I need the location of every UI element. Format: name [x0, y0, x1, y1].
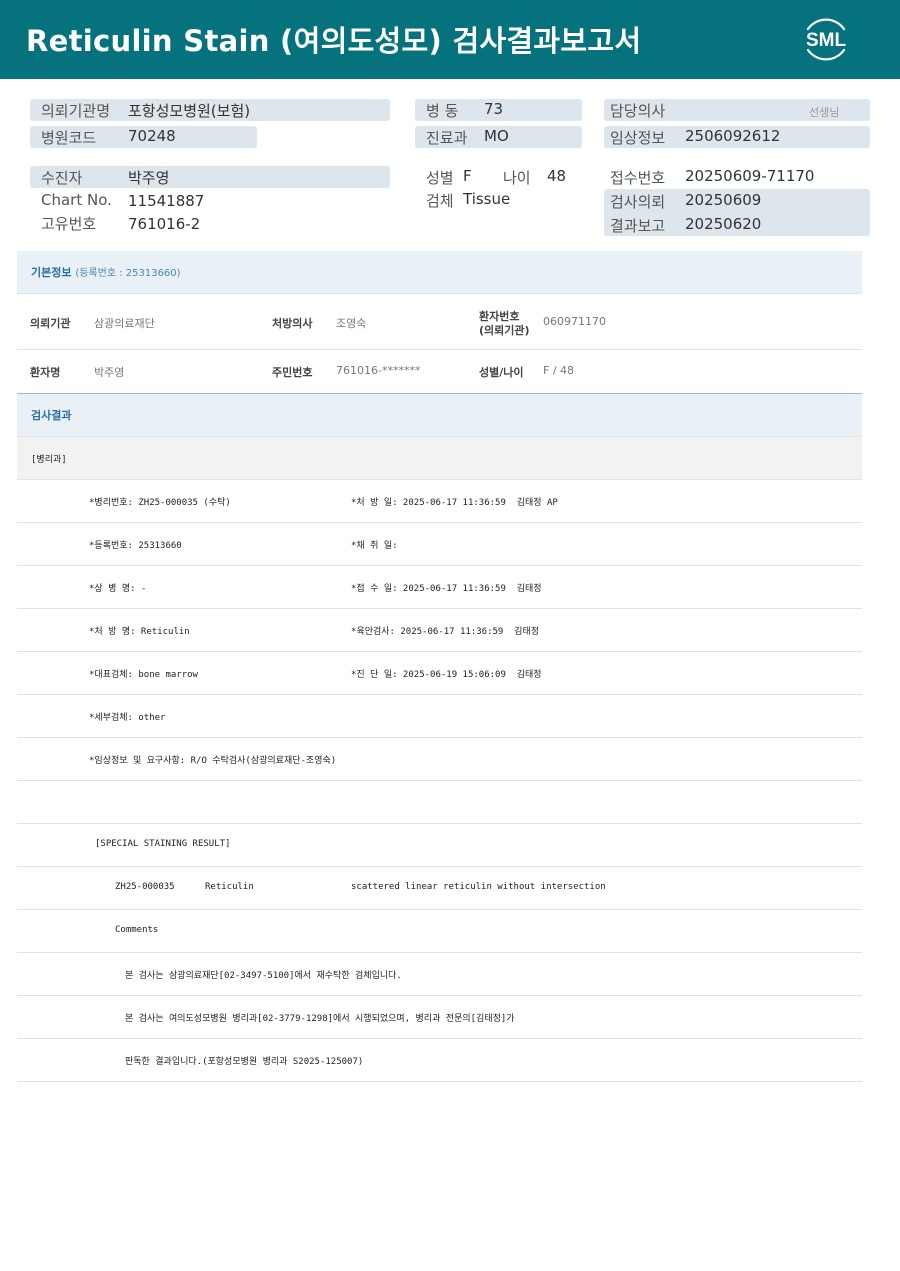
result-row: *임상정보 및 요구사항: R/O 수탁검사(삼광의료재단-조영숙) [17, 738, 862, 781]
comment-line-2: 본 검사는 여의도성모병원 병리과[02-3779-1298]에서 시행되었으며… [125, 1014, 515, 1024]
stain-id: ZH25-000035 [115, 882, 175, 892]
comments-label: Comments [115, 925, 159, 935]
chart-value: 11541887 [128, 192, 205, 210]
basic-info-subtitle: (등록번호 : 25313660) [75, 268, 181, 279]
age-value: 48 [547, 167, 567, 185]
rrn-val: 761016-******* [336, 364, 421, 377]
institution-val: 삼광의료재단 [94, 317, 155, 330]
doctor-label: 담당의사 [610, 102, 666, 120]
result-row [17, 781, 862, 824]
patient-box [30, 166, 390, 188]
stain-result: scattered linear reticulin without inter… [351, 882, 606, 892]
results-header: 검사결과 [17, 394, 862, 436]
diagnosis-date: *진 단 일: 2025-06-19 15:06:09 김태정 [351, 670, 542, 680]
basic-info-title: 기본정보 [31, 266, 72, 279]
report-value: 20250620 [685, 215, 762, 233]
clinical-request: *임상정보 및 요구사항: R/O 수탁검사(삼광의료재단-조영숙) [89, 756, 337, 766]
special-staining-header: [SPECIAL STAINING RESULT] [95, 839, 231, 849]
unique-label: 고유번호 [41, 215, 97, 233]
disease-name: *상 병 명: - [89, 584, 147, 594]
clinical-info-label: 임상정보 [610, 129, 666, 147]
patient-label: 수진자 [41, 169, 83, 187]
logo-text: SML [806, 30, 847, 51]
result-row: *대표검체: bone marrow *진 단 일: 2025-06-19 15… [17, 652, 862, 695]
result-row: *처 방 명: Reticulin *육안검사: 2025-06-17 11:3… [17, 609, 862, 652]
result-row: *병리번호: ZH25-000035 (수탁) *처 방 일: 2025-06-… [17, 480, 862, 523]
reg-no: *등록번호: 25313660 [89, 541, 182, 551]
institution-key: 의뢰기관 [30, 317, 71, 330]
prescriber-key: 처방의사 [272, 317, 313, 330]
divider [17, 293, 862, 294]
ward-label: 병 동 [426, 102, 459, 120]
department-value: MO [484, 127, 509, 145]
receipt-label: 접수번호 [610, 169, 666, 187]
order-date: *처 방 일: 2025-06-17 11:36:59 김태정 AP [351, 498, 558, 508]
sub-specimen: *세부검체: other [89, 713, 166, 723]
sml-logo: SML [806, 18, 847, 61]
result-row: *등록번호: 25313660 *채 취 일: [17, 523, 862, 566]
path-no: *병리번호: ZH25-000035 (수탁) [89, 498, 231, 508]
ward-value: 73 [484, 100, 504, 118]
sex-value: F [463, 167, 472, 185]
age-label: 나이 [503, 169, 531, 187]
institution-value: 포항성모병원(보험) [128, 102, 251, 120]
specimen-value: Tissue [463, 190, 511, 208]
receive-date: *접 수 일: 2025-06-17 11:36:59 김태정 [351, 584, 542, 594]
patient-value: 박주영 [128, 169, 170, 187]
request-label: 검사의뢰 [610, 193, 666, 211]
result-row: 본 검사는 여의도성모병원 병리과[02-3779-1298]에서 시행되었으며… [17, 996, 862, 1039]
stain-name: Reticulin [205, 882, 254, 892]
report-header: Reticulin Stain (여의도성모) 검사결과보고서 SML [0, 0, 900, 79]
basic-info-header: 기본정보 (등록번호 : 25313660) [17, 251, 862, 293]
department-label: 진료과 [426, 129, 468, 147]
result-row: *세부검체: other [17, 695, 862, 738]
result-row: [SPECIAL STAINING RESULT] [17, 824, 862, 867]
divider [17, 349, 862, 350]
hospital-code-value: 70248 [128, 127, 176, 145]
receipt-value: 20250609-71170 [685, 167, 815, 185]
result-row: [병리과] [17, 437, 862, 480]
patient-no-val: 060971170 [543, 315, 606, 328]
collect-date: *채 취 일: [351, 541, 398, 551]
report-title: Reticulin Stain (여의도성모) 검사결과보고서 [26, 24, 642, 58]
clinical-info-value: 2506092612 [685, 127, 781, 145]
order-name: *처 방 명: Reticulin [89, 627, 190, 637]
sex-age-key: 성별/나이 [479, 366, 524, 379]
chart-label: Chart No. [41, 191, 112, 209]
patient-no-key-sub: (의뢰기관) [479, 324, 530, 337]
institution-label: 의뢰기관명 [41, 102, 111, 120]
doctor-suffix: 선생님 [809, 106, 840, 119]
result-row: 판독한 결과입니다.(포항성모병원 병리과 S2025-125007) [17, 1039, 862, 1082]
hospital-code-label: 병원코드 [41, 129, 97, 147]
result-row: 본 검사는 삼광의료재단[02-3497-5100]에서 재수탁한 검체입니다. [17, 953, 862, 996]
dept-label: [병리과] [31, 455, 67, 465]
sex-age-val: F / 48 [543, 364, 575, 377]
sex-label: 성별 [426, 169, 454, 187]
result-row: ZH25-000035 Reticulin scattered linear r… [17, 867, 862, 910]
prescriber-val: 조영숙 [336, 317, 367, 330]
patient-name-key: 환자명 [30, 366, 61, 379]
rrn-key: 주민번호 [272, 366, 313, 379]
result-row: Comments [17, 910, 862, 953]
results-title: 검사결과 [31, 409, 72, 422]
comment-line-1: 본 검사는 삼광의료재단[02-3497-5100]에서 재수탁한 검체입니다. [125, 971, 402, 981]
comment-line-3: 판독한 결과입니다.(포항성모병원 병리과 S2025-125007) [125, 1057, 364, 1067]
specimen-label: 검체 [426, 192, 454, 210]
gross-exam: *육안검사: 2025-06-17 11:36:59 김태정 [351, 627, 540, 637]
unique-value: 761016-2 [128, 215, 201, 233]
report-label: 결과보고 [610, 217, 666, 235]
patient-name-val: 박주영 [94, 366, 125, 379]
result-row: *상 병 명: - *접 수 일: 2025-06-17 11:36:59 김태… [17, 566, 862, 609]
main-specimen: *대표검체: bone marrow [89, 670, 198, 680]
request-value: 20250609 [685, 191, 762, 209]
